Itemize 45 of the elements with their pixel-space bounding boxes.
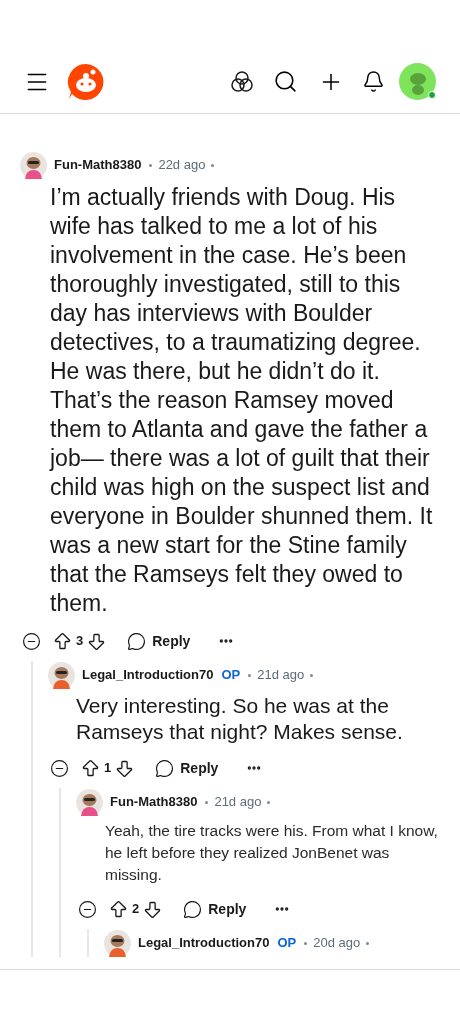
vote-count: 2	[132, 900, 140, 919]
collapse-button[interactable]	[78, 899, 97, 919]
collapse-icon	[78, 899, 97, 919]
comment-body: Very interesting. So he was at the Ramseys that night? Makes sense.	[76, 693, 404, 745]
upvote-button[interactable]	[52, 630, 73, 652]
upvote-button[interactable]	[80, 757, 101, 779]
vote-count: 3	[76, 632, 84, 651]
collapse-button[interactable]	[22, 631, 41, 651]
upvote-icon	[108, 898, 129, 920]
comment-icon	[155, 758, 175, 778]
bell-icon	[362, 70, 385, 93]
search-icon	[273, 69, 298, 94]
comment-age: 21d ago	[214, 793, 262, 812]
upvote-icon	[80, 757, 101, 779]
user-avatar	[20, 151, 47, 179]
comment-body: I’m actually friends with Doug. His wife has talked to me a lot of his involvement in the case. He’s been thoroughly investigated, still to this day has interviews with Boulder detectives, to a traumatizing degree. He was there, but he didn’t do it. That’s the reason Ramsey moved them to Atlanta and gave the father a job— there was a lot of guilt that their child was high on the suspect list and everyone in Boulder shunned them. It was a new start for the Stine family that the Ramseys felt they owed to them.	[50, 183, 434, 618]
collapse-button[interactable]	[50, 758, 69, 778]
user-avatar	[48, 661, 75, 689]
upvote-button[interactable]	[108, 898, 129, 920]
search-button[interactable]	[273, 69, 298, 94]
username[interactable]: Fun-Math8380	[110, 792, 198, 812]
upvote-icon	[52, 630, 73, 652]
comment-age: 20d ago	[313, 934, 361, 953]
username[interactable]: Fun-Math8380	[54, 155, 142, 175]
comment-icon	[183, 899, 203, 919]
comment-age: 21d ago	[257, 666, 305, 685]
reply-button[interactable]: Reply	[155, 757, 219, 779]
profile-avatar[interactable]	[399, 63, 436, 100]
collapse-icon	[22, 631, 41, 651]
op-tag: OP	[277, 933, 297, 953]
comment-icon	[127, 631, 147, 651]
op-tag: OP	[221, 665, 241, 685]
user-avatar	[104, 929, 131, 957]
reply-button[interactable]: Reply	[127, 630, 191, 652]
reply-button[interactable]: Reply	[183, 898, 247, 920]
username[interactable]: Legal_Introduction70	[138, 933, 270, 953]
notifications-button[interactable]	[362, 70, 385, 93]
vote-count: 1	[104, 759, 112, 778]
explore-icon[interactable]	[230, 69, 254, 94]
logo-icon[interactable]	[67, 62, 105, 101]
user-avatar	[76, 788, 103, 816]
collapse-icon	[50, 758, 69, 778]
comment-body: Yeah, the tire tracks were his. From what I know, he left before they realized JonBenet was missing.	[105, 821, 439, 885]
comment-age: 22d ago	[158, 156, 206, 175]
username[interactable]: Legal_Introduction70	[82, 665, 214, 685]
